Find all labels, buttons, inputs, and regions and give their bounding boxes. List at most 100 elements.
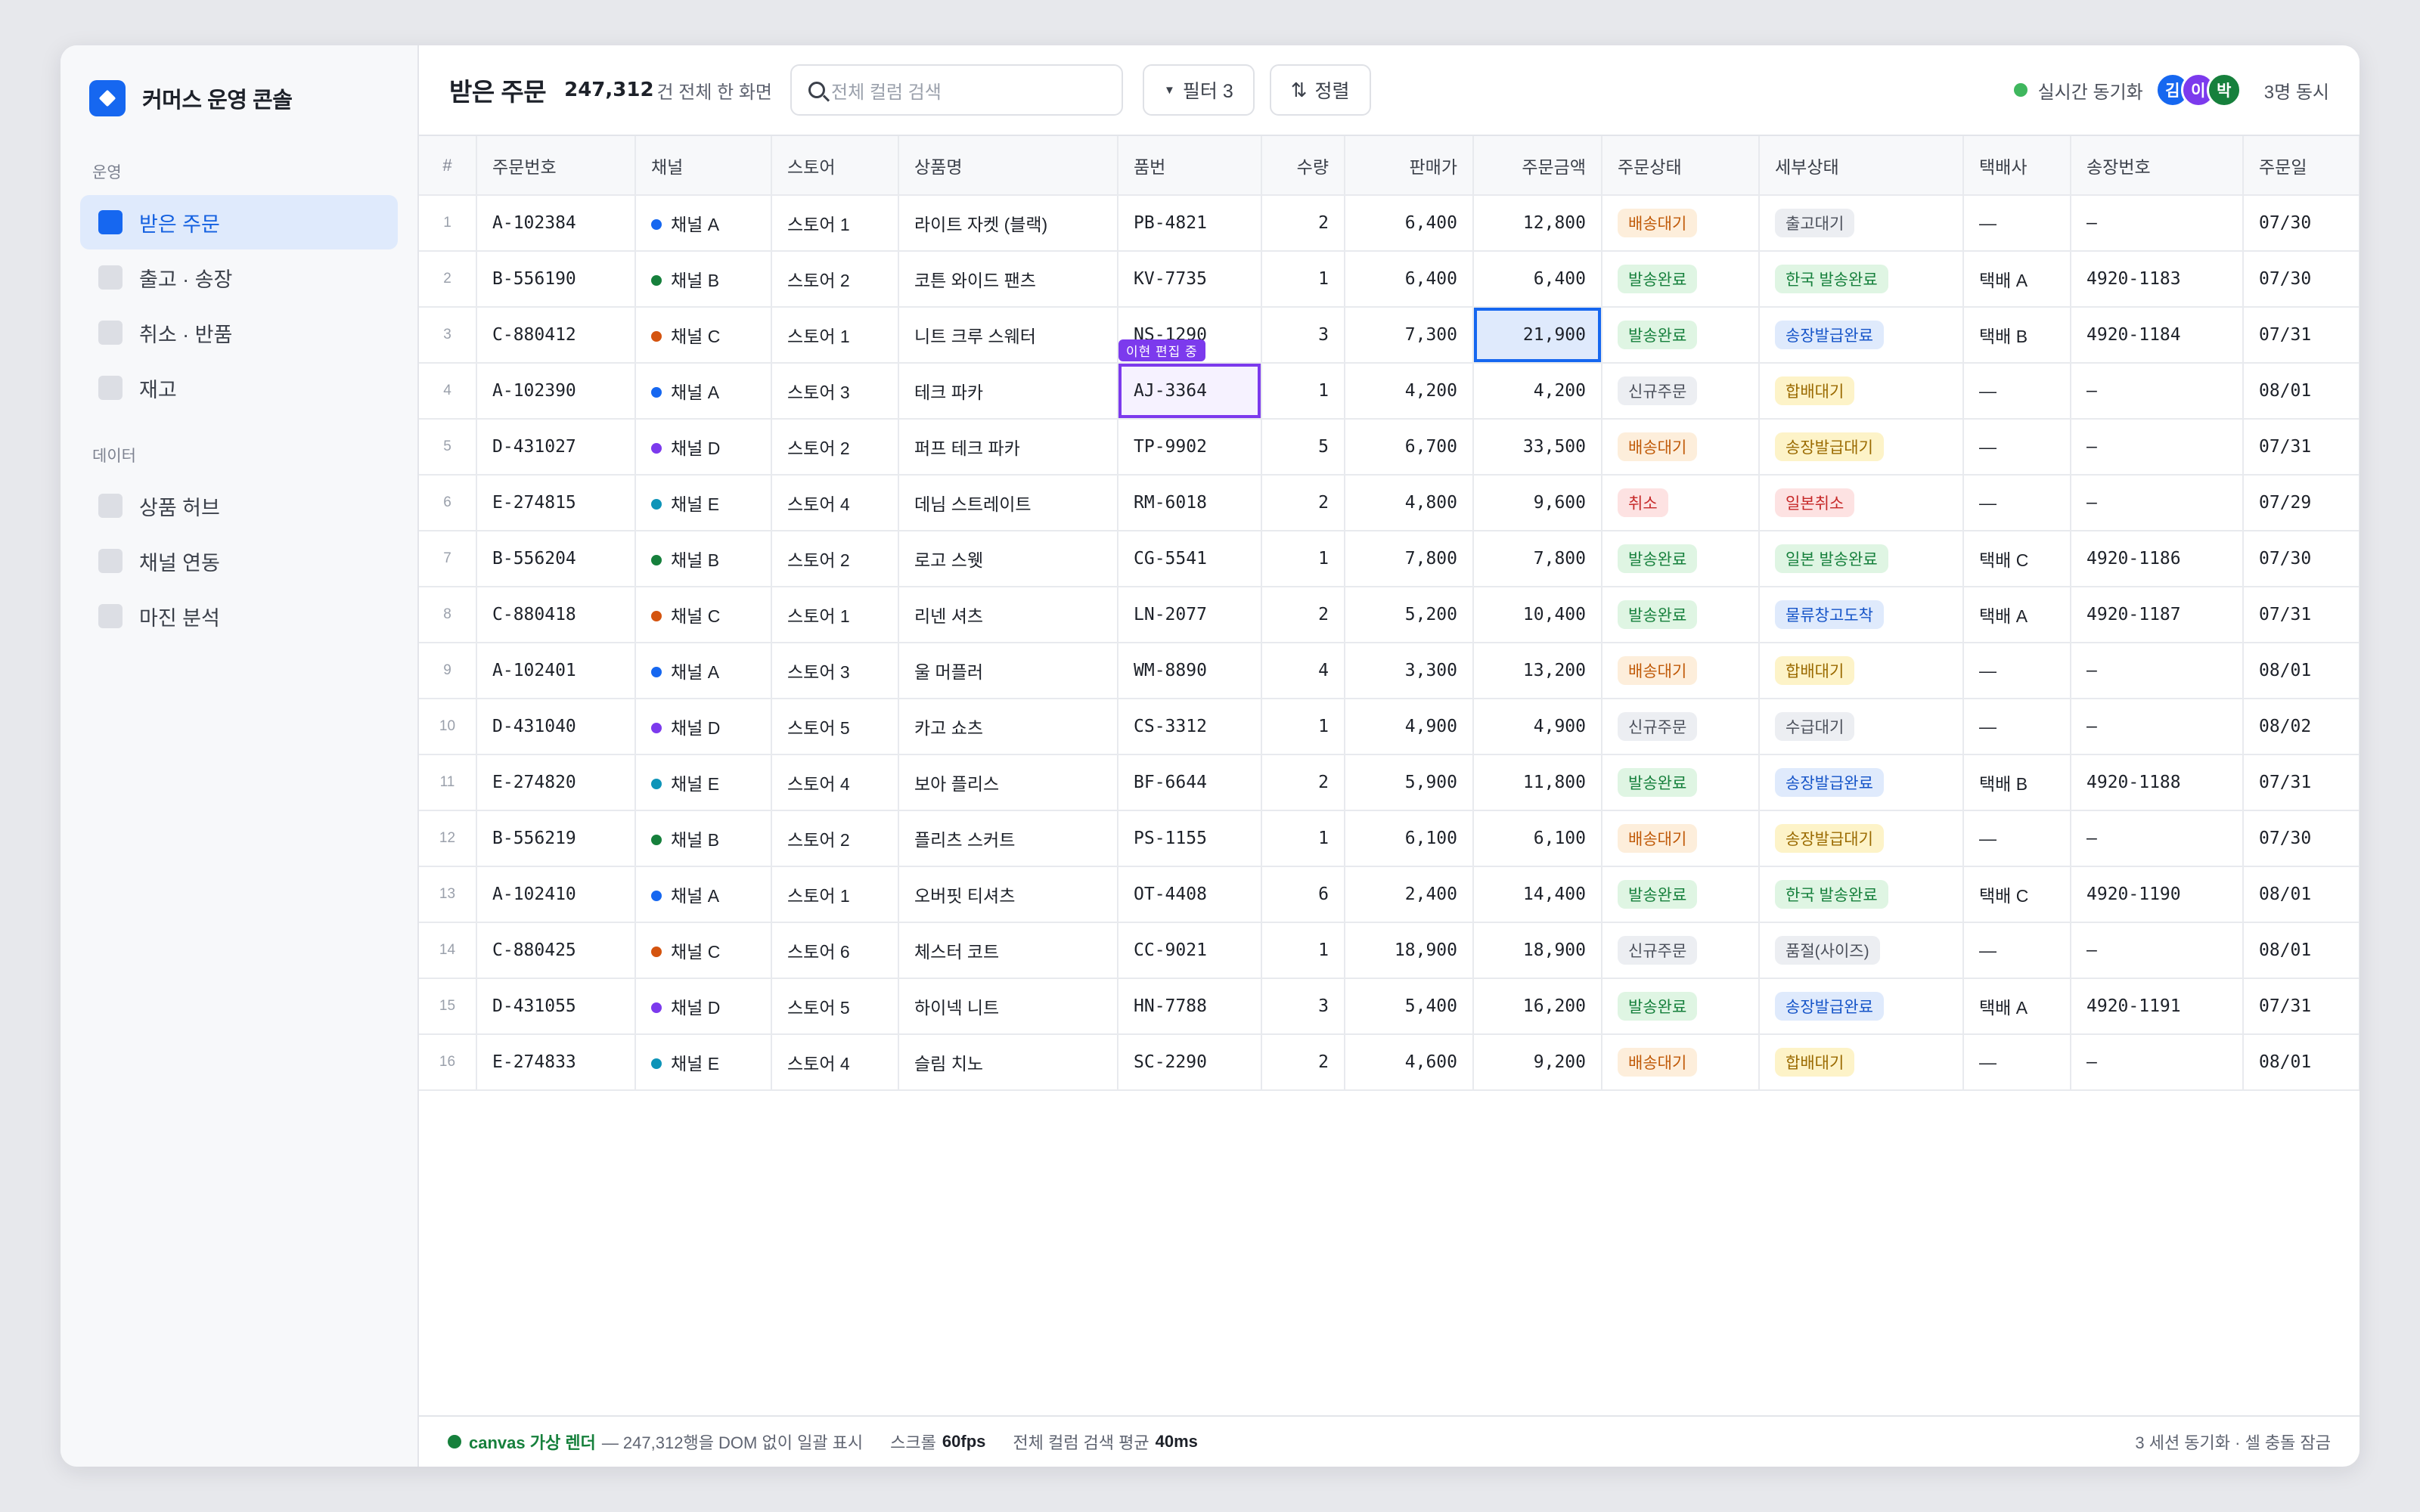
table-cell[interactable]: A-102401 [476,643,636,699]
table-cell[interactable]: 스토어 1 [771,195,899,252]
table-cell[interactable]: 6,700 [1345,419,1474,476]
table-cell[interactable]: 스토어 1 [771,866,899,923]
table-cell[interactable]: 4,200 [1473,363,1602,420]
table-cell[interactable]: 16,200 [1473,978,1602,1035]
table-cell[interactable]: SC-2290 [1118,1034,1262,1091]
table-cell[interactable]: 채널 B [635,531,772,587]
table-cell[interactable]: 1 [1261,363,1345,420]
table-row[interactable]: 13 A-102410 채널 A 스토어 1 오버핏 티셔츠 OT-4408 6 2,400 1… [419,866,2360,923]
sidebar-item-shipping[interactable]: 출고 · 송장 [80,250,398,305]
table-cell[interactable]: 배송대기 [1602,195,1760,252]
table-cell[interactable]: 4 [1261,643,1345,699]
table-cell[interactable]: 11 [419,754,477,811]
table-cell[interactable]: 택배 B [1963,754,2071,811]
table-cell[interactable]: B-556190 [476,251,636,308]
column-header[interactable]: 주문일 [2243,136,2360,196]
table-cell[interactable]: 스토어 4 [771,475,899,531]
table-cell[interactable]: 채널 B [635,251,772,308]
table-cell[interactable]: 채널 E [635,475,772,531]
table-cell[interactable]: D-431027 [476,419,636,476]
table-cell[interactable]: 채널 A [635,195,772,252]
table-cell[interactable]: 4920-1186 [2071,531,2244,587]
table-cell[interactable]: 로고 스웻 [898,531,1118,587]
table-cell[interactable]: 6,400 [1473,251,1602,308]
table-cell[interactable]: 12 [419,810,477,867]
table-cell[interactable]: — [2071,419,2244,476]
table-cell[interactable]: 07/29 [2243,475,2360,531]
table-cell[interactable]: 스토어 6 [771,922,899,979]
table-cell[interactable]: 2 [1261,195,1345,252]
table-cell[interactable]: 택배 C [1963,531,2071,587]
table-cell[interactable]: 2 [1261,1034,1345,1091]
table-cell[interactable]: — [2071,643,2244,699]
table-cell[interactable]: 한국 발송완료 [1759,866,1964,923]
table-cell[interactable]: 채널 D [635,978,772,1035]
column-header[interactable]: 세부상태 [1759,136,1964,196]
table-cell[interactable]: 스토어 5 [771,978,899,1035]
sidebar-item-orders[interactable]: 받은 주문 [80,195,398,249]
table-cell[interactable]: 8 [419,587,477,643]
table-row[interactable]: 12 B-556219 채널 B 스토어 2 플리츠 스커트 PS-1155 1 6,100 6… [419,810,2360,867]
table-row[interactable]: 7 B-556204 채널 B 스토어 2 로고 스웻 CG-5541 1 7,800 7,80… [419,531,2360,587]
table-cell[interactable]: 배송대기 [1602,643,1760,699]
table-cell[interactable]: 스토어 2 [771,251,899,308]
table-row[interactable]: 3 C-880412 채널 C 스토어 1 니트 크루 스웨터 NS-1290 3 7,300… [419,307,2360,364]
table-cell[interactable]: CG-5541 [1118,531,1262,587]
table-cell[interactable]: 4,900 [1345,699,1474,755]
table-cell[interactable]: E-274815 [476,475,636,531]
table-cell[interactable]: 18,900 [1345,922,1474,979]
table-cell[interactable]: 2 [1261,754,1345,811]
table-cell[interactable]: 신규주문 [1602,363,1760,420]
table-cell[interactable]: 품절(사이즈) [1759,922,1964,979]
table-cell[interactable]: E-274820 [476,754,636,811]
table-cell[interactable]: — [2071,1034,2244,1091]
table-cell[interactable]: 4920-1188 [2071,754,2244,811]
table-cell[interactable]: 33,500 [1473,419,1602,476]
table-cell[interactable]: A-102390 [476,363,636,420]
sidebar-item-product-hub[interactable]: 상품 허브 [80,479,398,533]
table-cell[interactable]: 채널 C [635,307,772,364]
table-cell[interactable]: 라이트 자켓 (블랙) [898,195,1118,252]
table-cell[interactable]: 16 [419,1034,477,1091]
table-cell[interactable]: 07/31 [2243,307,2360,364]
table-cell[interactable]: 4,900 [1473,699,1602,755]
table-cell[interactable]: 4,600 [1345,1034,1474,1091]
table-cell[interactable]: — [1963,922,2071,979]
table-cell[interactable]: 07/31 [2243,754,2360,811]
table-cell[interactable]: 9,600 [1473,475,1602,531]
table-cell[interactable]: A-102410 [476,866,636,923]
table-cell[interactable]: 니트 크루 스웨터 [898,307,1118,364]
table-cell[interactable]: 송장발급완료 [1759,307,1964,364]
table-cell[interactable]: 14 [419,922,477,979]
table-cell[interactable]: 체스터 코트 [898,922,1118,979]
table-cell[interactable]: 5,400 [1345,978,1474,1035]
table-cell[interactable]: 1 [1261,922,1345,979]
table-cell[interactable]: 데님 스트레이트 [898,475,1118,531]
table-cell[interactable]: 보아 플리스 [898,754,1118,811]
table-cell[interactable]: 4920-1183 [2071,251,2244,308]
table-cell[interactable]: — [1963,1034,2071,1091]
table-cell[interactable]: 발송완료 [1602,866,1760,923]
table-cell[interactable]: B-556219 [476,810,636,867]
table-cell[interactable]: 발송완료 [1602,754,1760,811]
table-cell[interactable]: 채널 B [635,810,772,867]
table-cell[interactable]: 합배대기 [1759,643,1964,699]
table-cell[interactable]: 스토어 4 [771,754,899,811]
table-cell[interactable]: 6,400 [1345,251,1474,308]
table-cell[interactable]: — [1963,195,2071,252]
table-cell[interactable]: 스토어 1 [771,587,899,643]
column-header[interactable]: 주문상태 [1602,136,1760,196]
table-cell[interactable]: 08/01 [2243,643,2360,699]
table-cell[interactable]: 4920-1184 [2071,307,2244,364]
table-cell[interactable]: — [2071,195,2244,252]
table-cell[interactable]: 일본취소 [1759,475,1964,531]
table-cell[interactable]: CS-3312 [1118,699,1262,755]
table-cell[interactable]: 6 [419,475,477,531]
table-cell[interactable]: 4920-1187 [2071,587,2244,643]
table-cell[interactable]: 스토어 5 [771,699,899,755]
sidebar-item-inventory[interactable]: 재고 [80,361,398,415]
table-cell[interactable]: 1 [1261,251,1345,308]
table-cell[interactable]: 4,800 [1345,475,1474,531]
table-row[interactable]: 6 E-274815 채널 E 스토어 4 데님 스트레이트 RM-6018 2 4,800 9… [419,475,2360,531]
table-cell[interactable]: PS-1155 [1118,810,1262,867]
